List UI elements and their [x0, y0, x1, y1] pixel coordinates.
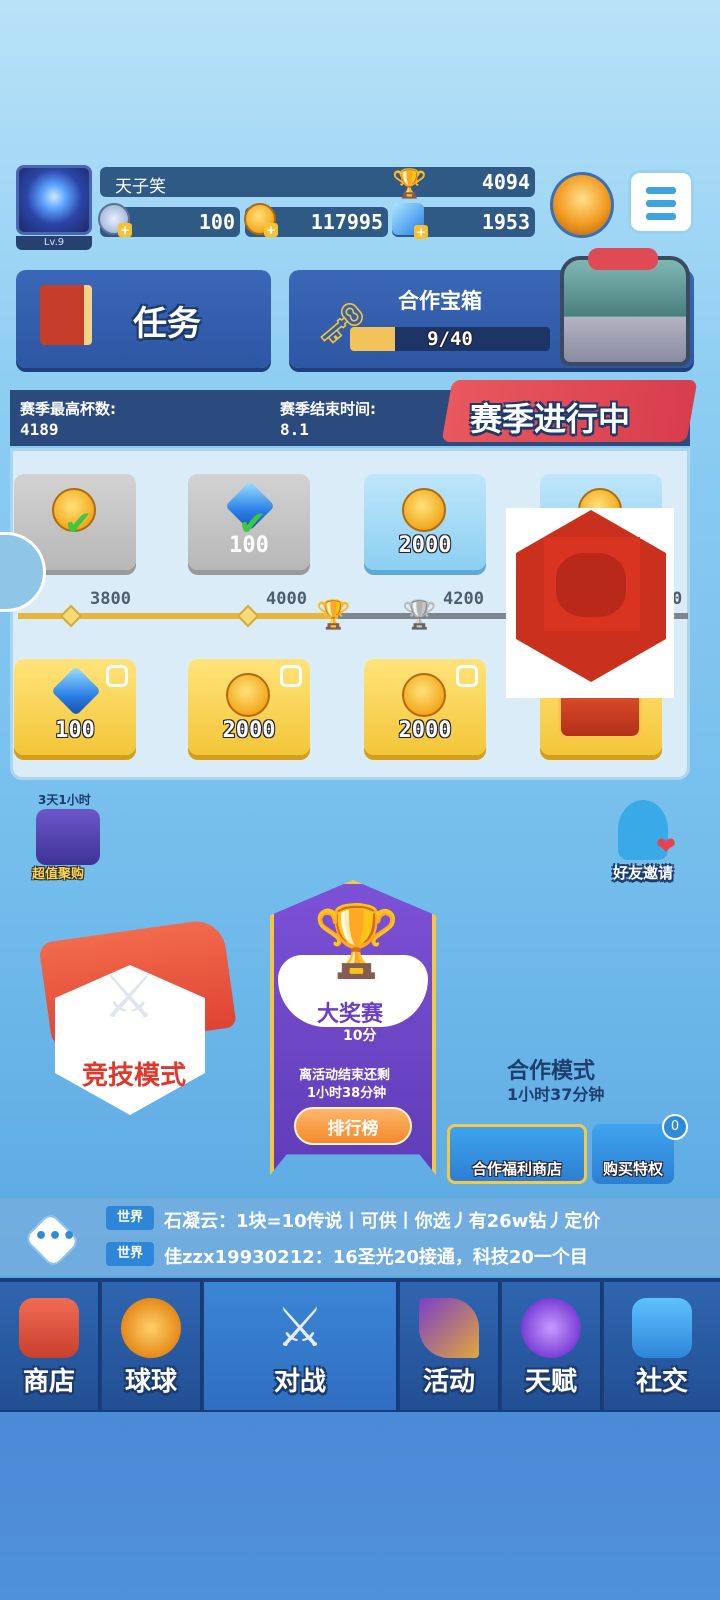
reward-bottom-3-value: 2000 [398, 718, 452, 743]
buy-privilege-label[interactable]: 购买特权 [592, 1158, 674, 1179]
nav-social[interactable]: 社交 [604, 1282, 720, 1410]
lock-icon [280, 665, 302, 687]
player-avatar[interactable] [16, 165, 92, 235]
gem-icon [51, 666, 101, 716]
highlight-blob [556, 553, 626, 617]
reward-bottom-2[interactable]: 2000 [188, 659, 310, 755]
menu-button[interactable] [628, 170, 694, 234]
grand-prix-trophy-icon: 🏆 [313, 900, 401, 982]
coin-icon [402, 488, 446, 532]
nav-talent-label: 天赋 [524, 1367, 577, 1397]
chat-channel-tag: 世界 [106, 1242, 154, 1266]
nav-balls[interactable]: 球球 [102, 1282, 202, 1410]
coin-icon: + [244, 203, 278, 237]
heart-icon: ❤ [656, 832, 677, 860]
reward-bottom-3[interactable]: 2000 [364, 659, 486, 755]
crossed-swords-icon: ⚔ [102, 962, 156, 1032]
add-stamina-icon[interactable]: + [118, 223, 132, 237]
milestone-4000: 4000 [266, 589, 307, 609]
deal-label[interactable]: 超值聚购 [32, 863, 84, 882]
nav-shop-label: 商店 [22, 1367, 75, 1397]
bottom-background [0, 1412, 720, 1600]
nav-shop[interactable]: 商店 [0, 1282, 100, 1410]
task-book-icon [40, 285, 92, 345]
invite-label[interactable]: 好友邀请 [613, 862, 673, 883]
balls-icon [121, 1298, 181, 1358]
milestone-4200: 4200 [443, 589, 484, 609]
nav-events-label: 活动 [422, 1367, 475, 1397]
season-end-value: 8.1 [280, 420, 309, 439]
menu-icon [646, 187, 676, 194]
coop-mode-timer: 1小时37分钟 [507, 1085, 605, 1104]
season-max-cups-value: 4189 [20, 420, 59, 439]
crossed-swords-icon: ⚔ [275, 1296, 325, 1359]
deal-timer: 3天1小时 [38, 793, 91, 807]
chat-dots-icon: ••• [34, 1224, 77, 1249]
gem-icon: + [392, 203, 428, 239]
next-trophy-icon: 🏆 [402, 598, 437, 631]
nav-social-label: 社交 [635, 1367, 688, 1397]
ribbon-bow-icon [588, 248, 658, 270]
player-name: 天子笑 [115, 177, 166, 197]
reward-top-3[interactable]: 2000 [364, 474, 486, 570]
treasure-chest-icon[interactable] [560, 256, 690, 366]
coop-chest-progress: 9/40 [427, 328, 473, 350]
reward-top-2-value: 100 [229, 533, 269, 558]
season-end-label: 赛季结束时间: [280, 400, 376, 418]
nav-battle[interactable]: ⚔ 对战 [204, 1282, 398, 1410]
coop-chest-title: 合作宝箱 [398, 289, 482, 313]
milestone-3800: 3800 [90, 589, 131, 609]
checkmark-icon: ✔ [64, 504, 93, 544]
chat-message: 佳zzx19930212：16圣光20接通，科技20一个目 [164, 1247, 588, 1268]
add-gems-icon[interactable]: + [414, 225, 428, 239]
coins-value: 117995 [310, 210, 383, 234]
compete-mode-label[interactable]: 竞技模式 [82, 1055, 186, 1092]
shop-icon [19, 1298, 79, 1358]
stamina-value: 100 [198, 210, 235, 234]
grand-prix-title: 大奖赛 [317, 1002, 384, 1027]
chat-channel-tag: 世界 [106, 1206, 154, 1230]
nav-battle-label: 对战 [273, 1367, 326, 1397]
planet-icon [521, 1298, 581, 1358]
chat-message: 石凝云：1块=10传说丨可供丨你选丿有26w钻丿定价 [164, 1211, 601, 1232]
chat-heart-icon [632, 1298, 692, 1358]
privilege-count-badge: 0 [662, 1114, 688, 1140]
add-coins-icon[interactable]: + [264, 223, 278, 237]
season-status: 赛季进行中 [470, 400, 631, 438]
coin-icon [402, 673, 446, 717]
lock-icon [456, 665, 478, 687]
leaderboard-button-label[interactable]: 排行榜 [294, 1114, 412, 1139]
deal-chest-icon[interactable] [36, 809, 100, 865]
nav-balls-label: 球球 [124, 1367, 177, 1397]
rank-badge-icon[interactable] [550, 172, 614, 238]
reward-bottom-2-value: 2000 [222, 718, 276, 743]
coop-shop-label[interactable]: 合作福利商店 [447, 1158, 587, 1179]
party-popper-icon [419, 1298, 479, 1358]
grand-prix-score: 10分 [343, 1028, 377, 1044]
reward-bottom-1-value: 100 [55, 718, 95, 743]
current-trophy-icon: 🏆 [316, 598, 351, 631]
lock-icon [106, 665, 128, 687]
reward-top-2[interactable]: ✔ 100 [188, 474, 310, 570]
reward-bottom-1[interactable]: 100 [14, 659, 136, 755]
season-max-cups-label: 赛季最高杯数: [20, 400, 116, 418]
grand-prix-timer: 1小时38分钟 [307, 1086, 387, 1101]
stamina-icon: + [98, 203, 132, 237]
trophy-count: 4094 [481, 170, 530, 194]
player-level: Lv.9 [16, 236, 92, 250]
task-label: 任务 [133, 304, 201, 344]
nav-events[interactable]: 活动 [400, 1282, 500, 1410]
gems-value: 1953 [481, 210, 530, 234]
nav-talent[interactable]: 天赋 [502, 1282, 602, 1410]
coin-icon [226, 673, 270, 717]
reward-top-3-value: 2000 [398, 533, 452, 558]
trophy-icon: 🏆 [392, 167, 427, 200]
grand-prix-ends-label: 离活动结束还剩 [299, 1068, 391, 1083]
